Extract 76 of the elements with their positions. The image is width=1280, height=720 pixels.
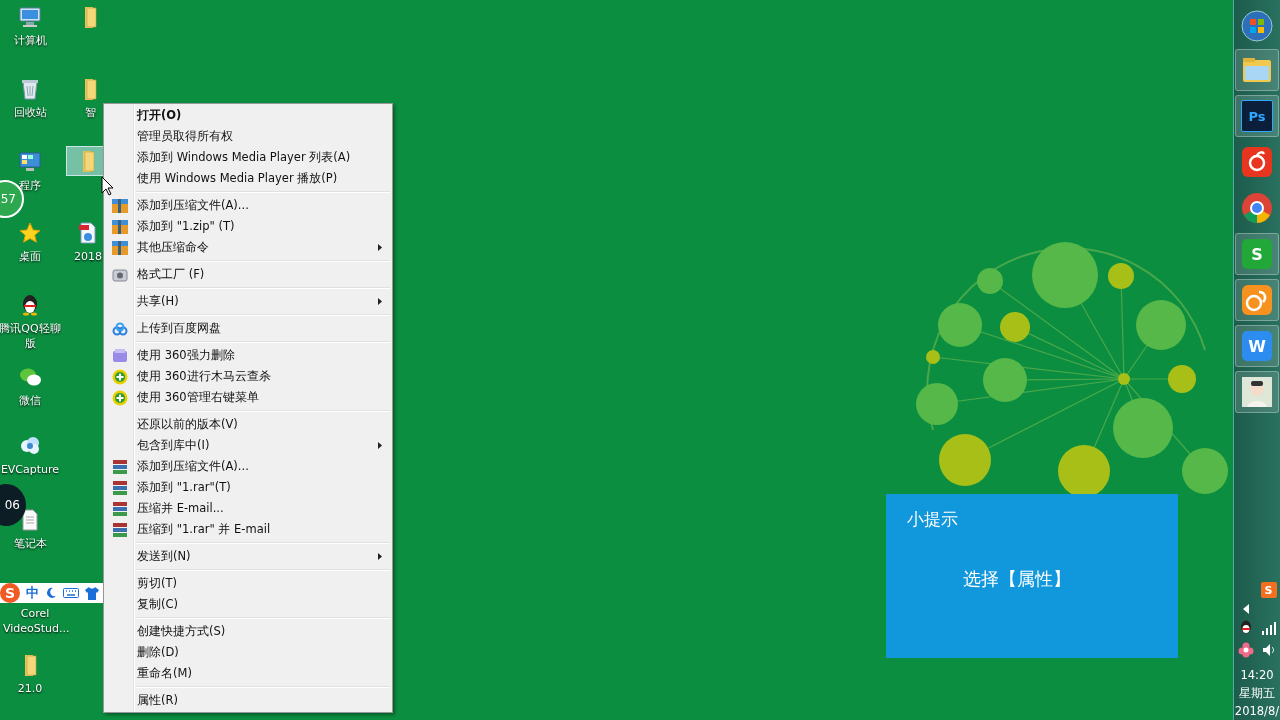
floating-widget[interactable]: 06 [0,484,26,526]
menu-item[interactable]: 添加到 Windows Media Player 列表(A) [106,147,390,168]
archive-icon [112,198,128,213]
menu-item[interactable]: 压缩到 "1.rar" 并 E-mail [106,519,390,540]
menu-item[interactable]: 添加到压缩文件(A)... [106,195,390,216]
menu-item[interactable]: 删除(D) [106,642,390,663]
icon-label: EVCapture [0,462,61,477]
books-icon [112,458,128,475]
menu-item[interactable]: 压缩并 E-mail... [106,498,390,519]
archive-icon [112,240,128,255]
menu-item[interactable]: 属性(R) [106,690,390,711]
taskbar-button[interactable]: Ps [1235,95,1279,137]
desktop-icon[interactable]: EVCapture [0,432,62,479]
menu-item[interactable]: 创建快捷方式(S) [106,621,390,642]
menu-item[interactable]: 使用 360强力删除 [106,345,390,366]
menu-item[interactable]: 复制(C) [106,594,390,615]
menu-item[interactable]: 使用 360管理右键菜单 [106,387,390,408]
icon-label: 桌面 [18,249,42,264]
plus-circle-icon [112,389,128,406]
submenu-arrow-icon [378,298,382,305]
input-mode-toggle[interactable]: 中 [26,584,39,602]
books-icon [112,479,128,496]
cursor-icon [101,176,114,196]
tip-title: 小提示 [907,508,959,531]
icon-label: 回收站 [12,105,48,120]
menu-item[interactable]: 还原以前的版本(V) [106,414,390,435]
menu-item[interactable]: 包含到库中(I) [106,435,390,456]
books-icon [112,521,128,538]
browser-icon [1241,192,1273,224]
submenu-arrow-icon [378,442,382,449]
show-hidden-icons-icon[interactable] [1241,604,1250,614]
computer-icon [18,5,42,29]
camera-icon [112,266,128,283]
submenu-arrow-icon [378,244,382,251]
start-orb-icon [1241,10,1273,42]
menu-item[interactable]: 添加到 "1.rar"(T) [106,477,390,498]
books-icon [112,500,128,517]
desktop-icon[interactable]: Corel VideoStud... [3,604,67,638]
menu-item[interactable]: 使用 360进行木马云查杀 [106,366,390,387]
avatar-icon [1241,376,1273,408]
menu-item[interactable]: 剪切(T) [106,573,390,594]
tip-text: 选择【属性】 [962,567,1072,591]
taskbar-button[interactable] [1235,371,1279,413]
icon-label: 笔记本 [12,536,48,551]
menu-item[interactable]: 管理员取得所有权 [106,126,390,147]
desktop-icon[interactable]: 微信 [0,363,62,410]
icon-label: 智 [83,105,97,120]
menu-item[interactable]: 重命名(M) [106,663,390,684]
icon-label: 腾讯QQ轻聊版 [0,321,62,351]
plus-circle-icon [112,368,128,385]
signal-icon[interactable] [1260,621,1277,635]
menu-item[interactable]: 共享(H) [106,291,390,312]
menu-item[interactable]: 上传到百度网盘 [106,318,390,339]
clock-time[interactable]: 14:20 [1234,666,1280,684]
keyboard-icon[interactable] [63,587,79,599]
desktop-icon[interactable]: 腾讯QQ轻聊版 [0,291,62,353]
star-icon [18,221,42,245]
desktop-icon[interactable]: 21.0 [0,651,62,698]
desktop-icon[interactable]: 计算机 [0,3,62,50]
shirt-icon[interactable] [85,586,99,600]
submenu-arrow-icon [378,553,382,560]
monitor-icon [18,150,42,174]
moon-icon[interactable] [45,587,57,599]
icon-label: 2018 [73,249,103,264]
flower-icon[interactable] [1237,642,1254,658]
volume-icon[interactable] [1260,642,1277,658]
icon-label: 计算机 [12,33,48,48]
icon-label: 21.0 [16,681,44,696]
clock-weekday[interactable]: 星期五 [1234,684,1280,702]
taskbar-button[interactable] [1235,279,1279,321]
archive-icon [112,219,128,234]
menu-item[interactable]: 格式工厂 (F) [106,264,390,285]
menu-item[interactable]: 添加到压缩文件(A)... [106,456,390,477]
icon-label: 微信 [18,393,42,408]
menu-item[interactable]: 发送到(N) [106,546,390,567]
clock-date[interactable]: 2018/8/ [1234,702,1280,720]
